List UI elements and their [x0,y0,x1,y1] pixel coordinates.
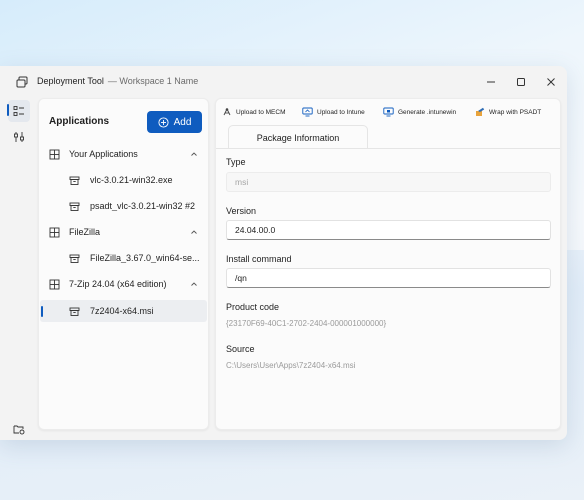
tree-group-7zip[interactable]: 7-Zip 24.04 (x64 edition) [39,273,208,295]
maximize-icon [517,78,525,86]
tree-item-7zip-selected[interactable]: 7z2404-x64.msi [40,300,207,322]
type-label: Type [226,157,246,167]
nav-rail [0,98,38,440]
window-subtitle: — Workspace 1 Name [107,76,199,86]
tree-item-filezilla[interactable]: FileZilla_3.67.0_win64-se... [39,247,208,269]
tree-item-psadt-vlc[interactable]: psadt_vlc-3.0.21-win32 #2 [39,195,208,217]
package-icon [69,176,80,185]
tools-icon [14,132,24,142]
upload-mecm-button[interactable]: Upload to MECM [222,105,286,119]
chevron-up-icon[interactable] [190,228,198,236]
app-group-icon [49,227,60,237]
selection-indicator [41,306,43,317]
version-field[interactable]: 24.04.00.0 [226,220,551,240]
upload-mecm-label: Upload to MECM [236,108,286,116]
chevron-up-icon[interactable] [190,280,198,288]
applications-list-icon [13,106,24,116]
tree-group-label: Your Applications [69,149,138,159]
generate-intunewin-button[interactable]: Generate .intunewin [383,105,456,119]
maximize-button[interactable] [506,72,536,92]
wrap-psadt-label: Wrap with PSADT [489,108,542,116]
tree-group-filezilla[interactable]: FileZilla [39,221,208,243]
version-label: Version [226,206,257,216]
tree-group-your-applications[interactable]: Your Applications [39,143,208,165]
window-title: Deployment Tool — Workspace 1 Name [37,76,198,86]
close-icon [547,78,555,86]
tree-item-label: 7z2404-x64.msi [90,306,154,316]
version-value: 24.04.00.0 [235,225,276,235]
details-panel: Upload to MECM Upload to Intune Generate… [215,98,561,430]
package-icon [69,307,80,316]
folder-settings-icon [13,425,25,435]
title-bar: Deployment Tool — Workspace 1 Name [0,66,567,98]
wrap-psadt-button[interactable]: Wrap with PSADT [475,105,541,119]
source-label: Source [226,344,255,354]
install-command-field[interactable]: /qn [226,268,551,288]
add-circle-icon [158,116,169,128]
generate-intunewin-label: Generate .intunewin [398,108,457,116]
monitor-upload-icon [302,107,313,117]
source-value: C:\Users\User\Apps\7z2404-x64.msi [226,361,356,370]
product-code-value: {23170F69-40C1-2702-2404-000001000000} [226,319,387,328]
install-command-value: /qn [235,273,247,283]
app-group-icon [49,149,60,159]
applications-title: Applications [49,116,110,127]
app-icon [16,76,28,88]
tree-group-label: FileZilla [69,227,101,237]
app-group-icon [49,279,60,289]
tab-package-information[interactable]: Package Information [228,125,368,149]
tree-item-label: vlc-3.0.21-win32.exe [90,175,173,185]
tab-divider [216,148,560,149]
applications-panel: Applications Add Your Applications vlc-3… [38,98,209,430]
type-field: msi [226,172,551,192]
install-command-label: Install command [226,254,292,264]
rail-folder-settings-button[interactable] [8,418,30,440]
chevron-up-icon[interactable] [190,150,198,158]
window-title-text: Deployment Tool [37,76,104,86]
rail-tools-button[interactable] [8,126,30,148]
upload-intune-button[interactable]: Upload to Intune [302,105,365,119]
tree-group-label: 7-Zip 24.04 (x64 edition) [69,279,167,289]
add-button[interactable]: Add [147,111,202,133]
tab-label: Package Information [256,132,340,143]
tree-item-vlc[interactable]: vlc-3.0.21-win32.exe [39,169,208,191]
tree-item-label: FileZilla_3.67.0_win64-se... [90,253,200,263]
minimize-button[interactable] [476,72,506,92]
rail-applications-button[interactable] [8,100,30,122]
add-button-label: Add [173,116,192,128]
package-icon [69,202,80,211]
close-button[interactable] [536,72,566,92]
mecm-icon [223,107,231,116]
psadt-wrap-icon [476,107,485,116]
upload-intune-label: Upload to Intune [317,108,365,116]
package-icon [69,254,80,263]
type-value: msi [235,177,249,187]
product-code-label: Product code [226,302,280,312]
rail-active-indicator [7,104,9,116]
monitor-package-icon [383,107,394,117]
minimize-icon [487,81,495,83]
tree-item-label: psadt_vlc-3.0.21-win32 #2 [90,201,196,211]
